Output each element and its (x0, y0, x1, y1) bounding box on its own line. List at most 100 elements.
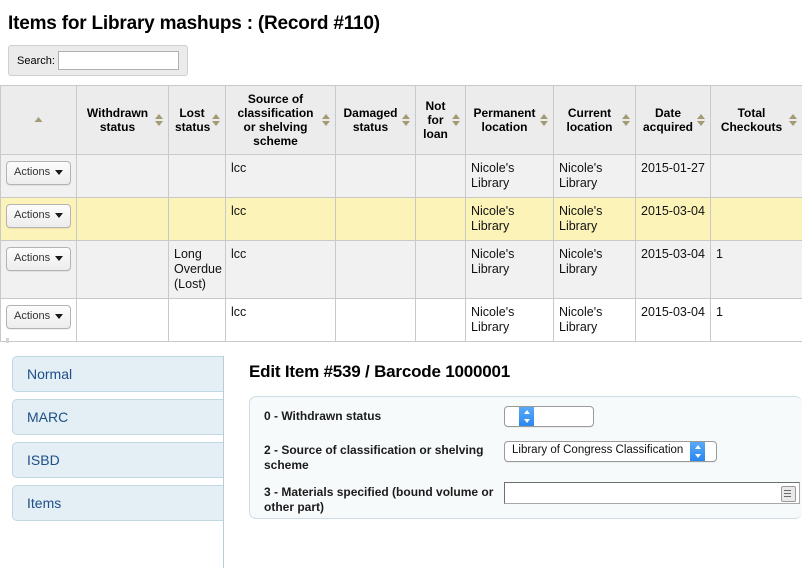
form-row-withdrawn-status: 0 - Withdrawn status (250, 397, 802, 431)
table-row: ActionslccNicole's LibraryNicole's Libra… (1, 155, 802, 198)
cell-actions: Actions (1, 155, 77, 198)
table-row: Actions lcc Nicole's LibraryNicole's Libra… (1, 198, 802, 241)
field-label-materials-specified: 3 - Materials specified (bound volume or… (264, 482, 504, 515)
cell-not-for-loan (416, 241, 466, 299)
column-header-date-acquired[interactable]: Date acquired (636, 86, 711, 155)
select-withdrawn-status[interactable] (504, 406, 594, 427)
tab-normal-label: Normal (27, 366, 72, 382)
cell-damaged-status (336, 155, 416, 198)
column-header-not-for-loan[interactable]: Not for loan (416, 86, 466, 155)
cell-current-location: Nicole's Library (554, 299, 636, 342)
column-header-lost-status[interactable]: Lost status (169, 86, 226, 155)
actions-button[interactable]: Actions (6, 247, 71, 271)
sort-both-icon (697, 113, 706, 127)
tab-marc[interactable]: MARC (12, 399, 223, 435)
column-header-damaged-status[interactable]: Damaged status (336, 86, 416, 155)
select-source-of-classification-value: Library of Congress Classification (505, 442, 690, 461)
sort-both-icon (540, 113, 549, 127)
record-view-tabs: Normal MARC ISBD Items (12, 356, 224, 568)
field-label-withdrawn-status: 0 - Withdrawn status (264, 406, 504, 424)
cell-source-of-classification: lcc (226, 198, 336, 241)
actions-button-label: Actions (14, 309, 50, 324)
cell-damaged-status (336, 299, 416, 342)
cell-current-location: Nicole's Library (554, 155, 636, 198)
items-table: Withdrawn status Lost status Source of c… (0, 85, 802, 342)
cell-permanent-location: Nicole's Library (466, 198, 554, 241)
sort-both-icon (789, 113, 798, 127)
cell-actions: Actions (1, 241, 77, 299)
tab-items-label: Items (27, 495, 61, 511)
sort-both-icon (622, 113, 631, 127)
autofill-list-icon[interactable] (781, 486, 796, 502)
cell-lost-status (169, 299, 226, 342)
tab-isbd-label: ISBD (27, 452, 60, 468)
select-withdrawn-status-value (505, 407, 519, 426)
cell-total-checkouts: 1 (711, 299, 802, 342)
cell-lost-status: Long Overdue (Lost) (169, 241, 226, 299)
search-box: Search: (8, 45, 188, 76)
search-label: Search: (17, 55, 55, 67)
cell-lost-status (169, 198, 226, 241)
cell-lost-status (169, 155, 226, 198)
actions-button-label: Actions (14, 251, 50, 266)
column-header-permanent-location[interactable]: Permanent location (466, 86, 554, 155)
actions-button-label: Actions (14, 208, 50, 223)
scroll-artifact (6, 338, 9, 343)
cell-actions: Actions (1, 198, 77, 241)
actions-button[interactable]: Actions (6, 305, 71, 329)
caret-down-icon (55, 256, 63, 261)
table-row: Actions Long Overdue (Lost)lcc Nicole's Li… (1, 241, 802, 299)
tab-isbd[interactable]: ISBD (12, 442, 223, 478)
column-header-withdrawn-status[interactable]: Withdrawn status (77, 86, 169, 155)
tab-marc-label: MARC (27, 409, 68, 425)
cell-total-checkouts: 1 (711, 241, 802, 299)
materials-specified-input[interactable] (505, 483, 799, 503)
materials-specified-field-wrap (504, 482, 800, 504)
sort-both-icon (322, 113, 331, 127)
cell-permanent-location: Nicole's Library (466, 241, 554, 299)
actions-button[interactable]: Actions (6, 204, 71, 228)
cell-not-for-loan (416, 155, 466, 198)
edit-item-heading: Edit Item #539 / Barcode 1000001 (249, 362, 510, 382)
actions-button[interactable]: Actions (6, 161, 71, 185)
cell-source-of-classification: lcc (226, 155, 336, 198)
cell-total-checkouts (711, 198, 802, 241)
cell-withdrawn-status (77, 155, 169, 198)
sort-both-icon (155, 113, 164, 127)
caret-down-icon (55, 314, 63, 319)
search-input[interactable] (58, 51, 179, 70)
form-row-source-of-classification: 2 - Source of classification or shelving… (250, 431, 802, 473)
cell-actions: Actions (1, 299, 77, 342)
cell-source-of-classification: lcc (226, 299, 336, 342)
tab-items[interactable]: Items (12, 485, 223, 521)
page-title: Items for Library mashups : (Record #110… (8, 13, 802, 35)
tab-normal[interactable]: Normal (12, 356, 223, 392)
select-source-of-classification[interactable]: Library of Congress Classification (504, 441, 717, 462)
cell-permanent-location: Nicole's Library (466, 299, 554, 342)
column-header-current-location[interactable]: Current location (554, 86, 636, 155)
cell-withdrawn-status (77, 198, 169, 241)
table-row: Actions lcc Nicole's LibraryNicole's Libra… (1, 299, 802, 342)
cell-source-of-classification: lcc (226, 241, 336, 299)
cell-withdrawn-status (77, 241, 169, 299)
cell-withdrawn-status (77, 299, 169, 342)
form-row-materials-specified: 3 - Materials specified (bound volume or… (250, 473, 802, 515)
cell-date-acquired: 2015-03-04 (636, 241, 711, 299)
column-header-actions[interactable] (1, 86, 77, 155)
column-header-total-checkouts[interactable]: Total Checkouts (711, 86, 802, 155)
edit-item-form: 0 - Withdrawn status 2 - Source of class… (249, 396, 802, 519)
caret-down-icon (55, 170, 63, 175)
caret-down-icon (55, 213, 63, 218)
cell-damaged-status (336, 198, 416, 241)
column-header-source-of-classification[interactable]: Source of classification or shelving sch… (226, 86, 336, 155)
cell-date-acquired: 2015-03-04 (636, 299, 711, 342)
table-header-row: Withdrawn status Lost status Source of c… (1, 86, 802, 155)
cell-date-acquired: 2015-01-27 (636, 155, 711, 198)
chevron-updown-icon (690, 442, 705, 461)
sort-ascending-icon (34, 113, 43, 127)
cell-damaged-status (336, 241, 416, 299)
field-label-source-of-classification: 2 - Source of classification or shelving… (264, 440, 504, 473)
sort-both-icon (452, 113, 461, 127)
actions-button-label: Actions (14, 165, 50, 180)
cell-current-location: Nicole's Library (554, 198, 636, 241)
